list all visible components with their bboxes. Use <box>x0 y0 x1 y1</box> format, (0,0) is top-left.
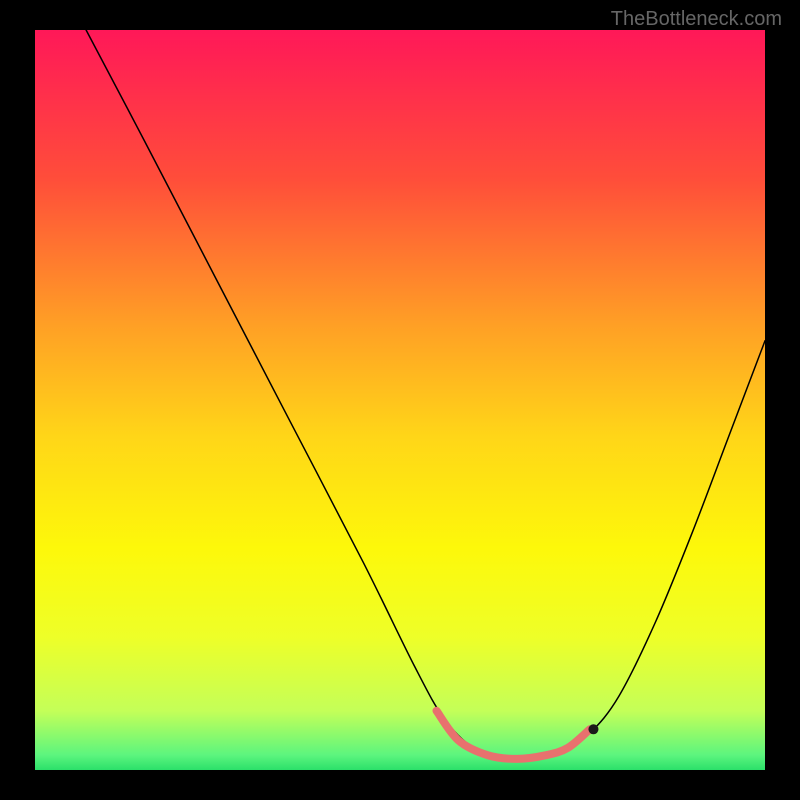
chart-plot-area <box>35 30 765 770</box>
highlight-dot <box>588 724 598 734</box>
watermark-text: TheBottleneck.com <box>611 8 782 31</box>
highlight-zone <box>437 711 590 759</box>
chart-lines <box>35 30 765 770</box>
bottleneck-curve <box>86 30 765 760</box>
